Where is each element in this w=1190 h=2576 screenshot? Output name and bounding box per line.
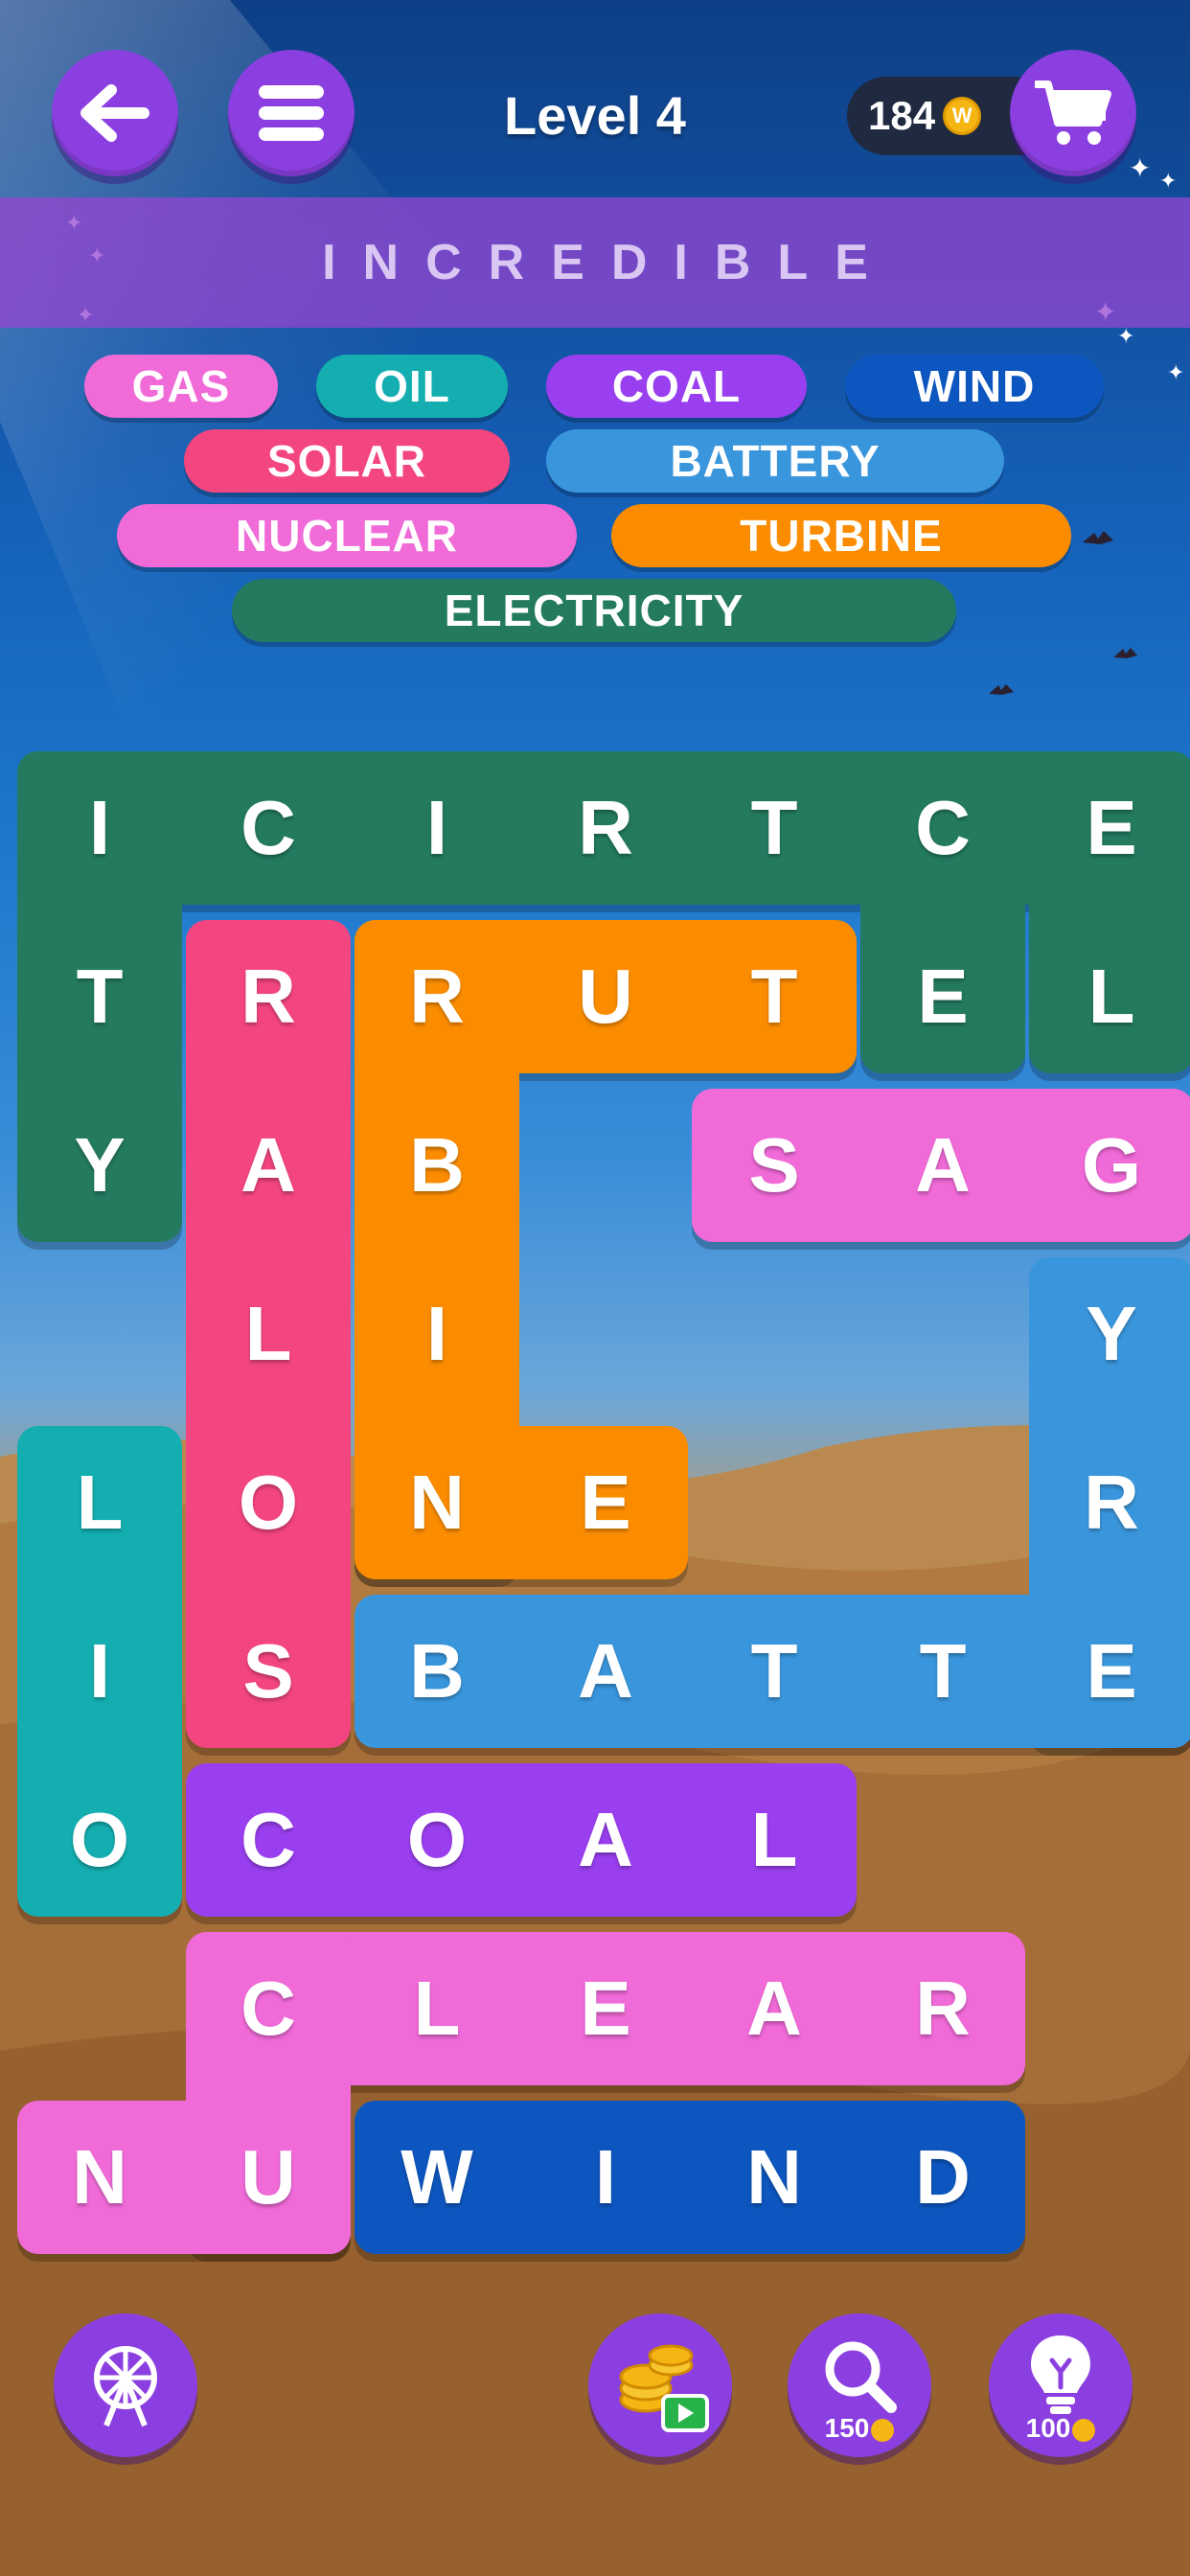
grid-letter-r6-c0[interactable]: O	[15, 1756, 184, 1924]
coin-icon	[871, 2418, 895, 2442]
grid-letter-r2-c1[interactable]: A	[184, 1081, 353, 1250]
grid-letter-r8-c5[interactable]: D	[858, 2093, 1027, 2262]
grid-letter-r0-c4[interactable]: T	[690, 744, 858, 912]
grid-letter-r1-c1[interactable]: R	[184, 912, 353, 1081]
grid-letter-r6-c4[interactable]: L	[690, 1756, 858, 1924]
search-hint-button[interactable]: 150	[788, 2313, 931, 2457]
free-coins-video-button[interactable]	[588, 2313, 732, 2457]
shuffle-button[interactable]	[54, 2313, 197, 2457]
grid-letter-r3-c1[interactable]: L	[184, 1250, 353, 1418]
grid-letter-r6-c3[interactable]: A	[521, 1756, 690, 1924]
grid-letter-r7-c5[interactable]: R	[858, 1924, 1027, 2093]
grid-letter-r2-c4[interactable]: S	[690, 1081, 858, 1250]
grid-letter-r5-c3[interactable]: A	[521, 1587, 690, 1756]
grid-letter-r4-c2[interactable]: N	[353, 1418, 521, 1587]
grid-letter-r0-c6[interactable]: E	[1027, 744, 1190, 912]
game-screen: ✦ ✦ ✦ ✦ ✦ ✦ ✦ ✦ Level 4 184 W	[0, 0, 1190, 2576]
grid-letter-r5-c1[interactable]: S	[184, 1587, 353, 1756]
grid-letter-r0-c5[interactable]: C	[858, 744, 1027, 912]
grid-letter-r7-c2[interactable]: L	[353, 1924, 521, 2093]
lightbulb-icon	[1031, 2335, 1090, 2414]
grid-letter-r2-c2[interactable]: B	[353, 1081, 521, 1250]
grid-letter-r4-c6[interactable]: R	[1027, 1418, 1190, 1587]
grid-letter-r4-c1[interactable]: O	[184, 1418, 353, 1587]
grid-letter-r5-c2[interactable]: B	[353, 1587, 521, 1756]
grid-letter-r3-c2[interactable]: I	[353, 1250, 521, 1418]
grid-letter-r2-c5[interactable]: A	[858, 1081, 1027, 1250]
grid-letter-r8-c3[interactable]: I	[521, 2093, 690, 2262]
grid-letter-r2-c0[interactable]: Y	[15, 1081, 184, 1250]
coin-icon	[1072, 2418, 1096, 2442]
grid-letter-r5-c6[interactable]: E	[1027, 1587, 1190, 1756]
grid-letter-r8-c2[interactable]: W	[353, 2093, 521, 2262]
grid-letter-r7-c4[interactable]: A	[690, 1924, 858, 2093]
grid-letter-r0-c3[interactable]: R	[521, 744, 690, 912]
grid-letter-r6-c2[interactable]: O	[353, 1756, 521, 1924]
grid-letter-r1-c4[interactable]: T	[690, 912, 858, 1081]
ferris-wheel-icon	[94, 2346, 157, 2427]
hint-button[interactable]: 100	[989, 2313, 1133, 2457]
grid-letter-r0-c0[interactable]: I	[15, 744, 184, 912]
grid-letter-r1-c5[interactable]: E	[858, 912, 1027, 1081]
grid-letter-r8-c1[interactable]: U	[184, 2093, 353, 2262]
magnifier-icon	[825, 2341, 897, 2413]
grid-letter-r2-c6[interactable]: G	[1027, 1081, 1190, 1250]
grid-letter-r0-c1[interactable]: C	[184, 744, 353, 912]
hint-cost: 100	[989, 2413, 1133, 2444]
grid-letter-r7-c3[interactable]: E	[521, 1924, 690, 2093]
grid-letter-r4-c0[interactable]: L	[15, 1418, 184, 1587]
grid-letter-r5-c5[interactable]: T	[858, 1587, 1027, 1756]
grid-letter-r8-c0[interactable]: N	[15, 2093, 184, 2262]
coins-video-icon	[619, 2344, 709, 2432]
grid-letter-r8-c4[interactable]: N	[690, 2093, 858, 2262]
grid-letter-r7-c1[interactable]: C	[184, 1924, 353, 2093]
grid-letter-r6-c1[interactable]: C	[184, 1756, 353, 1924]
grid-letter-r1-c0[interactable]: T	[15, 912, 184, 1081]
grid-letter-r1-c6[interactable]: L	[1027, 912, 1190, 1081]
grid-letter-r5-c0[interactable]: I	[15, 1587, 184, 1756]
grid-letter-r3-c6[interactable]: Y	[1027, 1250, 1190, 1418]
grid-letter-r0-c2[interactable]: I	[353, 744, 521, 912]
grid-letter-r1-c2[interactable]: R	[353, 912, 521, 1081]
grid-letter-r4-c3[interactable]: E	[521, 1418, 690, 1587]
grid-letter-r5-c4[interactable]: T	[690, 1587, 858, 1756]
search-cost: 150	[788, 2413, 931, 2444]
grid-letter-r1-c3[interactable]: U	[521, 912, 690, 1081]
